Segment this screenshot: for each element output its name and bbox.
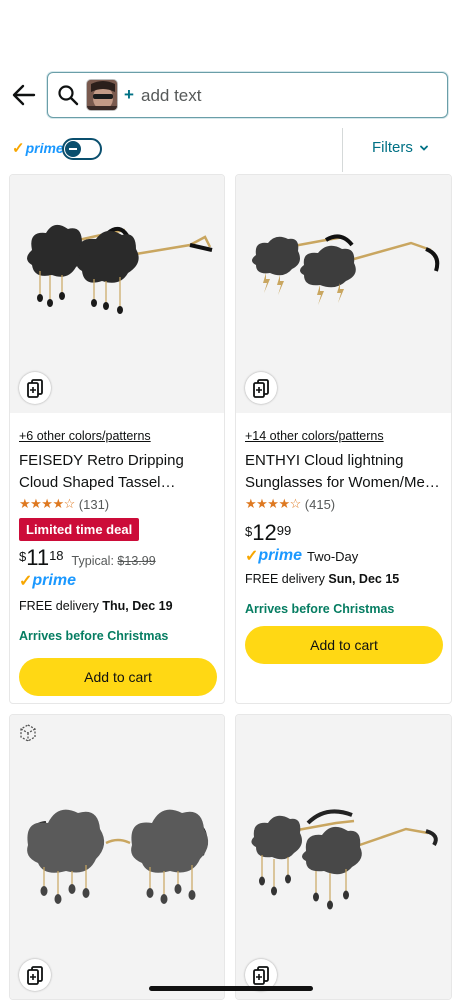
cloud-dripping-sunglasses-image bbox=[27, 809, 209, 904]
prime-logo: ✓ prime bbox=[245, 546, 302, 566]
price: $ 12 99 bbox=[245, 520, 445, 546]
add-to-cart-button[interactable]: Add to cart bbox=[19, 658, 217, 696]
product-title-line2: Sunglasses for Women/Me… bbox=[245, 474, 440, 491]
price-symbol: $ bbox=[19, 549, 27, 564]
price-whole: 11 bbox=[26, 545, 50, 570]
product-title[interactable]: ENTHYI Cloud lightning Sunglasses for Wo… bbox=[245, 450, 445, 494]
star-rating-icon: ★★★★☆ bbox=[245, 496, 301, 511]
add-to-cart-button[interactable]: Add to cart bbox=[245, 626, 443, 664]
christmas-notice: Arrives before Christmas bbox=[19, 629, 169, 643]
prime-word: prime bbox=[258, 547, 302, 564]
search-placeholder[interactable]: add text bbox=[141, 86, 202, 106]
face-thumbnail-image bbox=[87, 80, 117, 110]
delivery-info: FREE delivery Sun, Dec 15 bbox=[245, 570, 445, 588]
filter-bar: ✓ prime Filters bbox=[0, 128, 461, 172]
search-icon bbox=[58, 85, 79, 106]
product-card[interactable]: +6 other colors/patterns FEISEDY Retro D… bbox=[9, 174, 225, 704]
prime-toggle[interactable] bbox=[62, 138, 102, 160]
prime-badge: ✓ prime Two-Day bbox=[245, 546, 445, 566]
product-image[interactable] bbox=[10, 175, 224, 413]
deal-badge: Limited time deal bbox=[19, 518, 140, 541]
prime-word: prime bbox=[32, 572, 76, 589]
prime-check-icon: ✓ bbox=[245, 548, 259, 565]
delivery-prefix: FREE delivery bbox=[19, 599, 99, 613]
product-info: +14 other colors/patterns ENTHYI Cloud l… bbox=[245, 428, 445, 616]
product-title[interactable]: FEISEDY Retro Dripping Cloud Shaped Tass… bbox=[19, 450, 219, 494]
product-card[interactable] bbox=[9, 714, 225, 1000]
delivery-date: Sun, Dec 15 bbox=[328, 572, 400, 586]
compare-button[interactable] bbox=[19, 372, 51, 404]
price-fraction: 99 bbox=[276, 523, 292, 538]
back-button[interactable] bbox=[10, 81, 38, 109]
typical-price-value: $13.99 bbox=[117, 554, 156, 568]
compare-cards-icon bbox=[27, 966, 43, 985]
rating-count: (131) bbox=[78, 496, 110, 512]
filters-label: Filters bbox=[372, 139, 413, 156]
price-whole: 12 bbox=[252, 520, 277, 545]
product-image[interactable] bbox=[10, 715, 224, 999]
search-box[interactable]: + add text bbox=[47, 72, 448, 118]
typical-label: Typical: bbox=[71, 554, 114, 568]
product-info: +6 other colors/patterns FEISEDY Retro D… bbox=[19, 428, 219, 643]
prime-badge: ✓ prime bbox=[19, 571, 219, 591]
product-image[interactable] bbox=[236, 715, 451, 999]
prime-speed: Two-Day bbox=[306, 548, 359, 564]
arrow-left-icon bbox=[12, 84, 36, 106]
compare-button[interactable] bbox=[19, 959, 51, 991]
add-text-plus-icon: + bbox=[124, 85, 134, 104]
price-symbol: $ bbox=[245, 524, 253, 539]
star-rating-icon: ★★★★☆ bbox=[19, 496, 75, 511]
compare-cards-icon bbox=[253, 379, 269, 398]
christmas-notice: Arrives before Christmas bbox=[245, 602, 395, 616]
3d-view-icon[interactable] bbox=[18, 723, 38, 743]
product-title-line2: Cloud Shaped Tassel… bbox=[19, 474, 176, 491]
typical-price: Typical: $13.99 bbox=[72, 554, 156, 568]
home-indicator[interactable] bbox=[149, 986, 313, 991]
prime-logo: ✓ prime bbox=[19, 571, 76, 591]
compare-cards-icon bbox=[27, 379, 43, 398]
other-colors-link[interactable]: +6 other colors/patterns bbox=[19, 428, 219, 444]
product-title-line1: ENTHYI Cloud lightning bbox=[245, 452, 404, 469]
search-image-thumbnail[interactable] bbox=[86, 79, 118, 111]
rating[interactable]: ★★★★☆ (131) bbox=[19, 496, 219, 512]
other-colors-link[interactable]: +14 other colors/patterns bbox=[245, 428, 445, 444]
filters-button[interactable]: Filters bbox=[372, 139, 428, 156]
product-title-line1: FEISEDY Retro Dripping bbox=[19, 452, 184, 469]
prime-check-icon: ✓ bbox=[12, 140, 25, 157]
rating[interactable]: ★★★★☆ (415) bbox=[245, 496, 445, 512]
prime-check-icon: ✓ bbox=[19, 573, 33, 590]
compare-button[interactable] bbox=[245, 372, 277, 404]
product-card[interactable]: +14 other colors/patterns ENTHYI Cloud l… bbox=[235, 174, 452, 704]
chevron-down-icon bbox=[419, 145, 428, 151]
toggle-knob bbox=[65, 141, 81, 157]
delivery-prefix: FREE delivery bbox=[245, 572, 325, 586]
prime-filter-label[interactable]: ✓ prime bbox=[12, 136, 64, 160]
delivery-info: FREE delivery Thu, Dec 19 bbox=[19, 597, 219, 615]
product-image[interactable] bbox=[236, 175, 451, 413]
prime-label: prime bbox=[25, 140, 64, 156]
price-fraction: 18 bbox=[49, 548, 64, 563]
price: $ 11 18 Typical: $13.99 bbox=[19, 545, 219, 571]
compare-cards-icon bbox=[253, 966, 269, 985]
rating-count: (415) bbox=[304, 496, 336, 512]
delivery-date: Thu, Dec 19 bbox=[102, 599, 173, 613]
product-card[interactable] bbox=[235, 714, 452, 1000]
divider bbox=[342, 128, 343, 172]
search-row: + add text bbox=[0, 72, 461, 118]
cloud-tassel-sunglasses-image bbox=[251, 809, 438, 910]
